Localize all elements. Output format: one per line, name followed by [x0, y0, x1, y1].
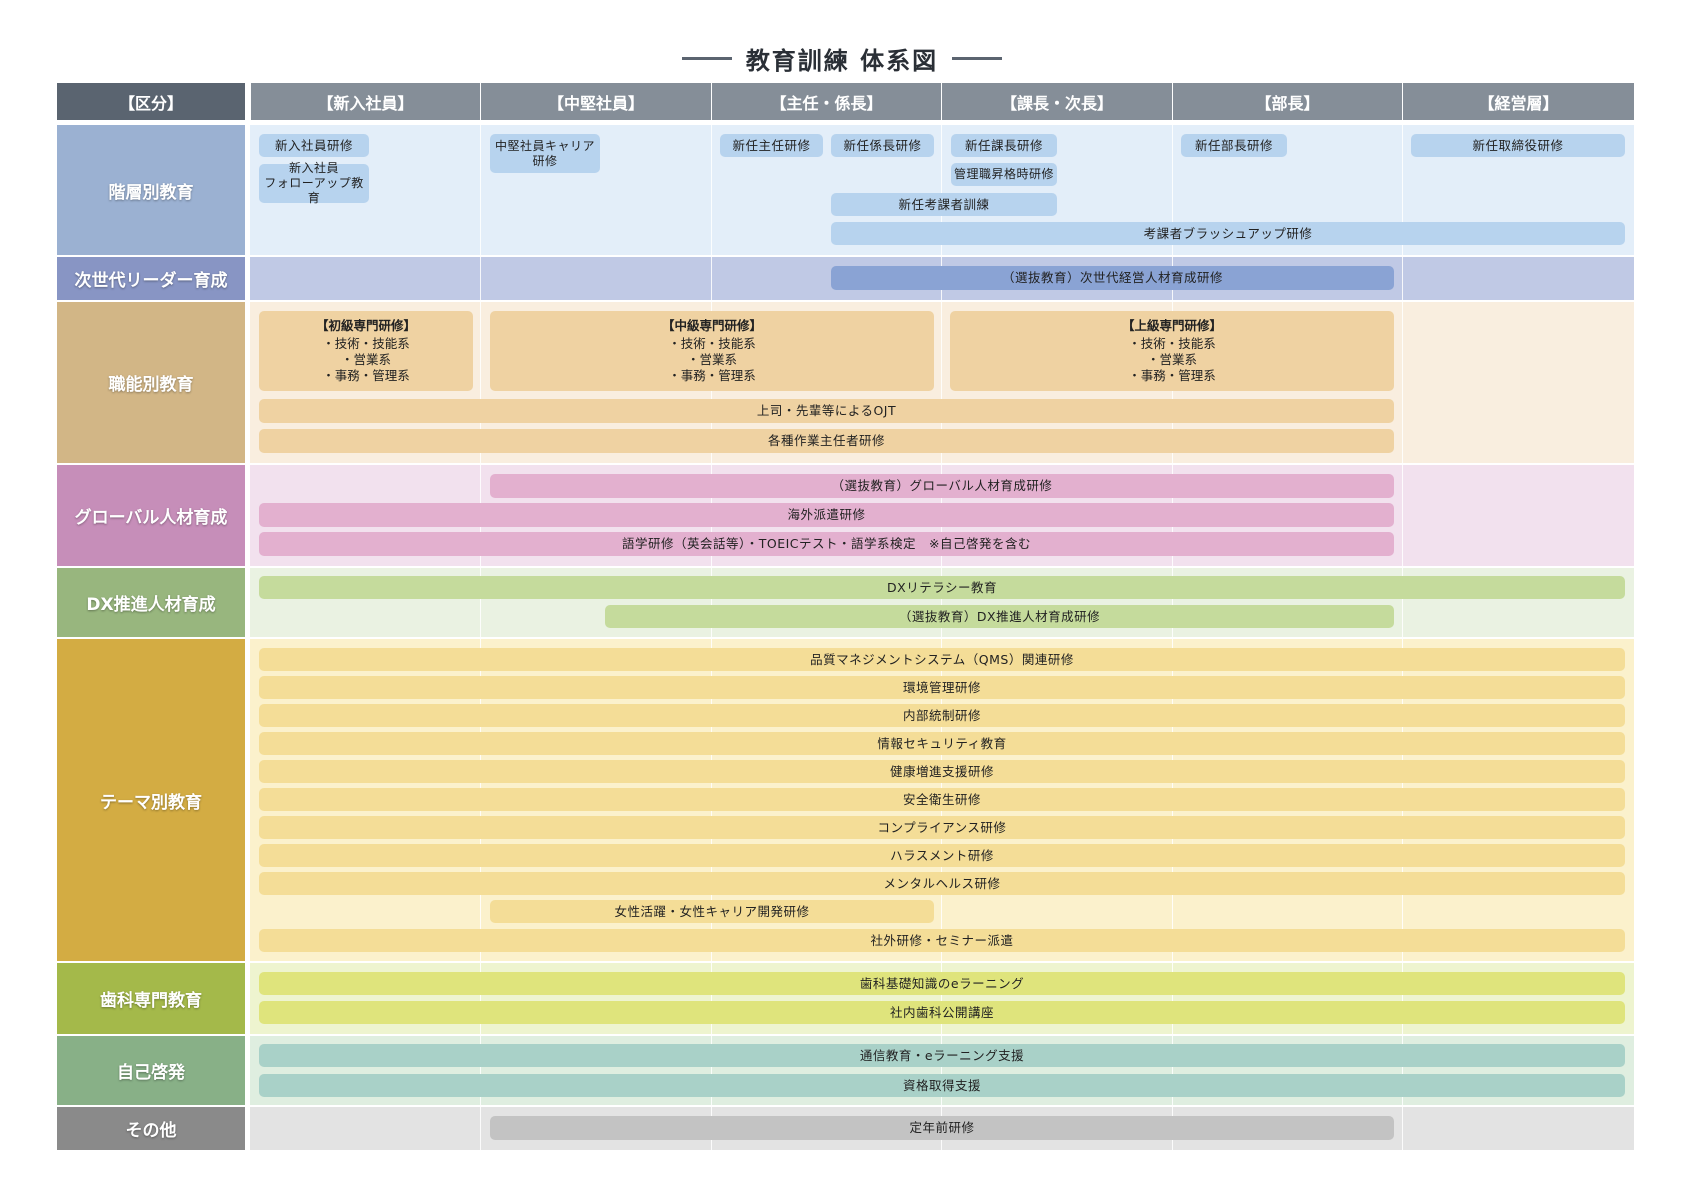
header-level-manager: 【課長・次長】 [941, 83, 1172, 120]
row-label-theme: テーマ別教育 [57, 639, 245, 961]
training-box-intermediate: 【中級専門研修】 ・技術・技能系 ・営業系 ・事務・管理系 [490, 311, 934, 391]
training-box-line: ・技術・技能系 [668, 335, 756, 351]
training-item: 語学研修（英会話等）・TOEICテスト・語学系検定 ※自己啓発を含む [259, 532, 1394, 556]
title-left-rule [681, 56, 732, 60]
training-box-line: ・技術・技能系 [1128, 335, 1216, 351]
training-box-title: 【初級専門研修】 [315, 317, 416, 333]
training-box-line: ・営業系 [686, 352, 737, 367]
training-item: 内部統制研修 [259, 704, 1625, 727]
training-item: 考課者ブラッシュアップ研修 [831, 222, 1625, 245]
row-body-jiko: 通信教育・eラーニング支援 資格取得支援 [250, 1036, 1634, 1105]
training-item: 社内歯科公開講座 [259, 1001, 1625, 1024]
training-item: 女性活躍・女性キャリア開発研修 [490, 900, 934, 923]
training-item: 新任係長研修 [831, 134, 934, 157]
training-item: 新任考課者訓練 [831, 193, 1057, 216]
training-box-line: ・事務・管理系 [1128, 368, 1216, 384]
training-item: 安全衛生研修 [259, 788, 1625, 811]
header-level-new: 【新入社員】 [250, 83, 480, 120]
training-item: 健康増進支援研修 [259, 760, 1625, 783]
header-level-mid: 【中堅社員】 [480, 83, 711, 120]
row-body-dx: DXリテラシー教育 （選抜教育）DX推進人材育成研修 [250, 568, 1634, 637]
row-body-other: 定年前研修 [250, 1107, 1634, 1150]
row-dx: DX推進人材育成 DXリテラシー教育 （選抜教育）DX推進人材育成研修 [57, 568, 1634, 637]
training-item: 情報セキュリティ教育 [259, 732, 1625, 755]
training-item: 海外派遣研修 [259, 503, 1394, 527]
title-right-rule [952, 56, 1003, 60]
training-box-line: ・営業系 [340, 352, 391, 367]
header-level-director: 【部長】 [1172, 83, 1402, 120]
training-box-line: ・事務・管理系 [322, 368, 410, 384]
row-label-global: グローバル人材育成 [57, 465, 245, 566]
training-item: 新入社員 フォローアップ教育 [259, 161, 369, 205]
row-kaisou: 階層別教育 新入社員研修 新入社員 フォローアップ教育 中堅社員キャリア 研修 … [57, 125, 1634, 255]
training-item: 新任部長研修 [1181, 134, 1287, 157]
row-label-kaisou: 階層別教育 [57, 125, 245, 255]
training-item: （選抜教育）グローバル人材育成研修 [490, 474, 1394, 498]
training-item: 資格取得支援 [259, 1074, 1625, 1097]
row-other: その他 定年前研修 [57, 1107, 1634, 1150]
training-item: 環境管理研修 [259, 676, 1625, 699]
training-item: 新任取締役研修 [1411, 134, 1625, 157]
row-body-global: （選抜教育）グローバル人材育成研修 海外派遣研修 語学研修（英会話等）・TOEI… [250, 465, 1634, 566]
header-level-executive: 【経営層】 [1402, 83, 1634, 120]
training-item: 中堅社員キャリア 研修 [490, 134, 600, 173]
training-item: 歯科基礎知識のeラーニング [259, 972, 1625, 995]
row-body-kaisou: 新入社員研修 新入社員 フォローアップ教育 中堅社員キャリア 研修 新任主任研修… [250, 125, 1634, 255]
training-item: メンタルヘルス研修 [259, 872, 1625, 895]
training-item: 新入社員研修 [259, 134, 369, 157]
training-item: （選抜教育）次世代経営人材育成研修 [831, 266, 1394, 290]
training-item: ハラスメント研修 [259, 844, 1625, 867]
training-item: 各種作業主任者研修 [259, 429, 1394, 453]
row-label-shika: 歯科専門教育 [57, 963, 245, 1034]
row-body-shika: 歯科基礎知識のeラーニング 社内歯科公開講座 [250, 963, 1634, 1034]
training-item: 新任主任研修 [720, 134, 823, 157]
row-body-theme: 品質マネジメントシステム（QMS）関連研修 環境管理研修 内部統制研修 情報セキ… [250, 639, 1634, 961]
training-box-title: 【中級専門研修】 [661, 317, 762, 333]
title-text: 教育訓練 体系図 [745, 46, 939, 75]
diagram-title: 教育訓練 体系図 [0, 40, 1684, 76]
training-item: コンプライアンス研修 [259, 816, 1625, 839]
training-item: 通信教育・eラーニング支援 [259, 1044, 1625, 1067]
training-box-line: ・技術・技能系 [322, 335, 410, 351]
header-level-chief: 【主任・係長】 [711, 83, 941, 120]
training-item: DXリテラシー教育 [259, 576, 1625, 599]
training-item: 上司・先輩等によるOJT [259, 399, 1394, 423]
training-box-basic: 【初級専門研修】 ・技術・技能系 ・営業系 ・事務・管理系 [259, 311, 473, 391]
row-shika: 歯科専門教育 歯科基礎知識のeラーニング 社内歯科公開講座 [57, 963, 1634, 1034]
row-shokunou: 職能別教育 【初級専門研修】 ・技術・技能系 ・営業系 ・事務・管理系 【中級専… [57, 302, 1634, 463]
row-label-dx: DX推進人材育成 [57, 568, 245, 637]
row-label-shokunou: 職能別教育 [57, 302, 245, 463]
header-kubun: 【区分】 [57, 83, 245, 120]
row-label-other: その他 [57, 1107, 245, 1150]
row-global: グローバル人材育成 （選抜教育）グローバル人材育成研修 海外派遣研修 語学研修（… [57, 465, 1634, 566]
row-body-leader: （選抜教育）次世代経営人材育成研修 [250, 257, 1634, 300]
training-item: 品質マネジメントシステム（QMS）関連研修 [259, 648, 1625, 671]
training-item: 管理職昇格時研修 [951, 163, 1057, 186]
training-box-advanced: 【上級専門研修】 ・技術・技能系 ・営業系 ・事務・管理系 [950, 311, 1394, 391]
row-body-shokunou: 【初級専門研修】 ・技術・技能系 ・営業系 ・事務・管理系 【中級専門研修】 ・… [250, 302, 1634, 463]
training-item: 新任課長研修 [951, 134, 1057, 157]
training-item: 定年前研修 [490, 1116, 1394, 1140]
training-item: 社外研修・セミナー派遣 [259, 929, 1625, 952]
row-theme: テーマ別教育 品質マネジメントシステム（QMS）関連研修 環境管理研修 内部統制… [57, 639, 1634, 961]
row-jiko: 自己啓発 通信教育・eラーニング支援 資格取得支援 [57, 1036, 1634, 1105]
row-label-leader: 次世代リーダー育成 [57, 257, 245, 300]
training-item: （選抜教育）DX推進人材育成研修 [605, 605, 1394, 628]
training-box-line: ・営業系 [1146, 352, 1197, 367]
row-leader: 次世代リーダー育成 （選抜教育）次世代経営人材育成研修 [57, 257, 1634, 300]
row-label-jiko: 自己啓発 [57, 1036, 245, 1105]
training-box-title: 【上級専門研修】 [1121, 317, 1222, 333]
training-box-line: ・事務・管理系 [668, 368, 756, 384]
